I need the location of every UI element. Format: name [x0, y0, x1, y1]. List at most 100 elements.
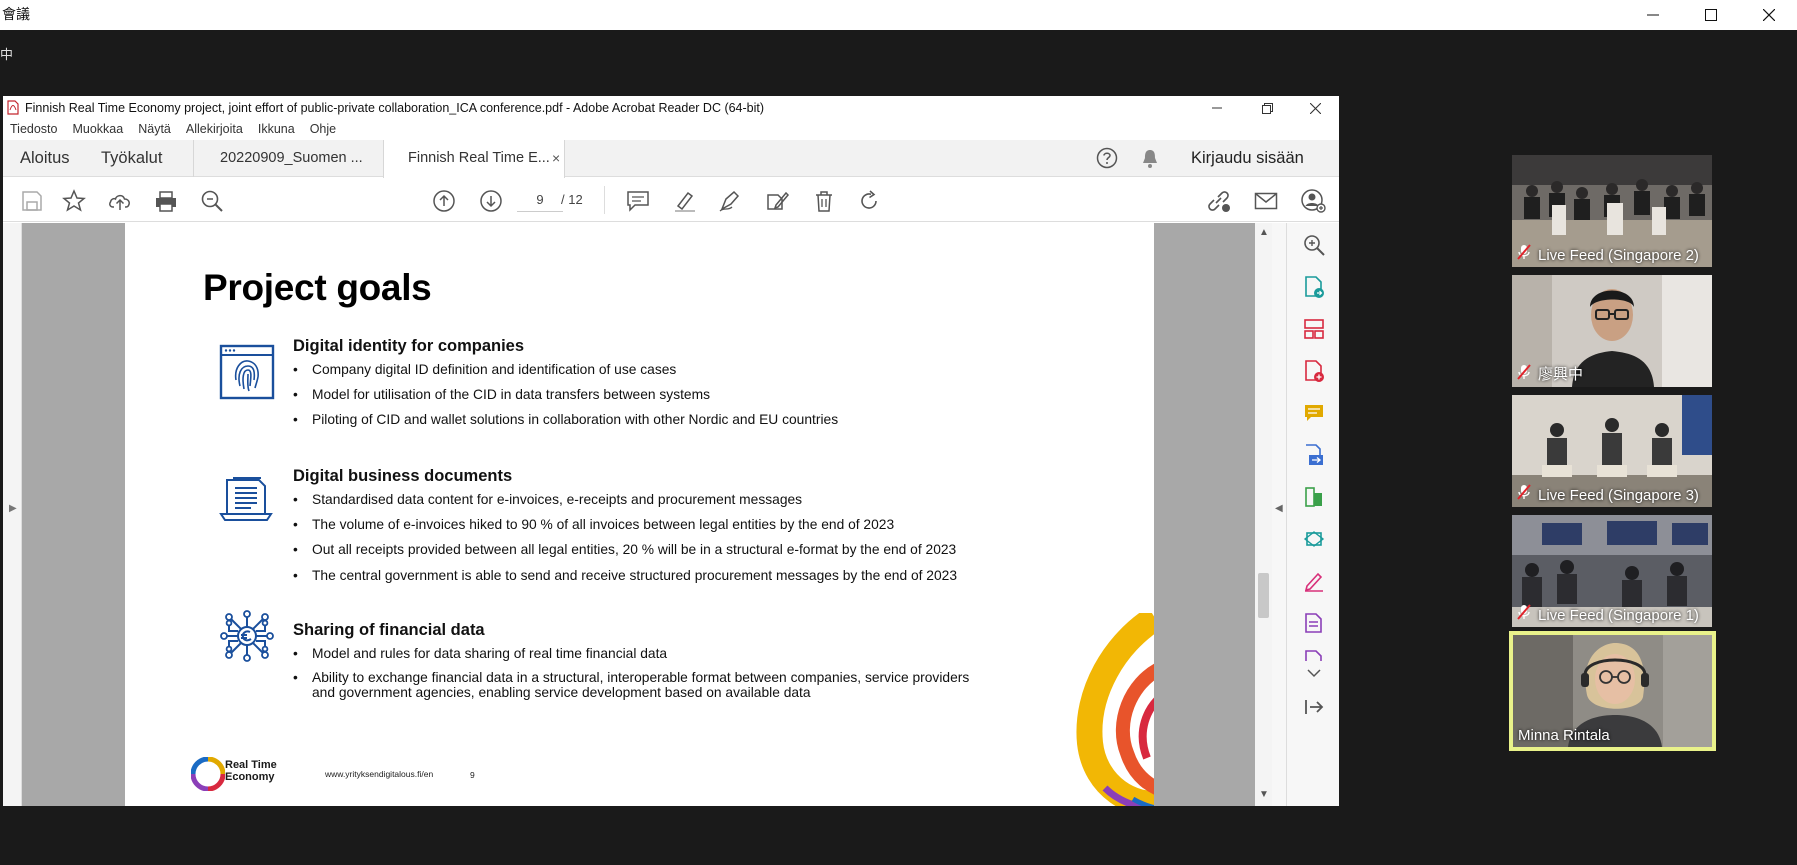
menu-view[interactable]: Näytä	[138, 120, 171, 140]
bell-icon[interactable]	[1141, 149, 1159, 169]
tab-tools[interactable]: Työkalut	[101, 140, 162, 177]
minimize-icon	[1647, 14, 1659, 16]
scroll-tools-down-button[interactable]	[1300, 663, 1328, 683]
bookmark-star-icon	[62, 189, 86, 212]
export-pdf-icon	[1305, 276, 1324, 298]
rotate-button[interactable]	[856, 188, 882, 214]
maximize-button[interactable]	[1682, 0, 1740, 30]
participant-name: Live Feed (Singapore 1)	[1538, 607, 1699, 624]
participant-video-tile[interactable]: Live Feed (Singapore 3)	[1512, 395, 1712, 507]
collapse-right-pane-icon[interactable]: ◀	[1275, 503, 1283, 514]
send-icon	[1303, 531, 1325, 547]
menu-sign[interactable]: Allekirjoita	[186, 120, 243, 140]
expand-left-panel-icon[interactable]: ▶	[9, 503, 17, 514]
share-user-button[interactable]	[1300, 188, 1326, 214]
upload-button[interactable]	[107, 188, 133, 214]
print-icon	[156, 191, 176, 212]
rotate-icon	[861, 190, 877, 209]
export-pdf-button[interactable]	[1300, 273, 1328, 301]
menu-window[interactable]: Ikkuna	[258, 120, 295, 140]
combine-files-button[interactable]	[1300, 441, 1328, 469]
minimize-icon	[1212, 107, 1222, 109]
scroll-up-icon[interactable]: ▲	[1259, 227, 1269, 238]
bullet-list: Company digital ID definition and identi…	[293, 361, 838, 437]
document-tab-label: 20220909_Suomen ...	[220, 150, 363, 166]
draw-icon	[719, 190, 740, 212]
comment-icon	[627, 191, 649, 212]
bookmark-button[interactable]	[61, 188, 87, 214]
participant-video-tile[interactable]: 廖興中	[1512, 275, 1712, 387]
save-button[interactable]	[19, 188, 45, 214]
bullet-item: Model for utilisation of the CID in data…	[293, 386, 838, 411]
highlight-button[interactable]	[672, 188, 698, 214]
scrollbar-thumb[interactable]	[1258, 573, 1269, 618]
scroll-down-icon[interactable]: ▼	[1259, 789, 1269, 800]
participant-video-tile[interactable]: Live Feed (Singapore 2)	[1512, 155, 1712, 267]
help-icon[interactable]	[1096, 147, 1118, 169]
tab-close-button[interactable]: ×	[552, 140, 560, 177]
fingerprint-icon	[219, 344, 275, 400]
close-icon	[1309, 102, 1321, 114]
right-pane-collapse-rail[interactable]: ◀	[1272, 223, 1286, 806]
compress-button[interactable]	[1300, 483, 1328, 511]
document-viewer[interactable]: Project goals Digital identity for compa…	[22, 223, 1255, 806]
page-total: / 12	[561, 192, 583, 207]
muted-mic-icon	[1517, 604, 1531, 620]
chevron-down-icon	[1307, 669, 1321, 678]
tab-bar: Aloitus Työkalut 20220909_Suomen ... Fin…	[3, 140, 1339, 178]
acrobat-window: Finnish Real Time Economy project, joint…	[3, 96, 1339, 806]
footer-url: www.yrityksendigitalous.fi/en	[325, 769, 434, 779]
print-button[interactable]	[153, 188, 179, 214]
menu-help[interactable]: Ohje	[310, 120, 336, 140]
close-icon	[1763, 9, 1775, 21]
collapse-tools-pane-button[interactable]	[1300, 693, 1328, 721]
vertical-scrollbar[interactable]: ▲ ▼	[1255, 223, 1272, 806]
zoom-tool-button[interactable]	[1300, 231, 1328, 259]
tools-pane	[1286, 223, 1339, 806]
draw-button[interactable]	[717, 188, 743, 214]
restore-icon	[1261, 102, 1273, 114]
euro-network-icon	[220, 610, 274, 662]
minimize-button[interactable]	[1624, 0, 1682, 30]
maximize-icon	[1705, 9, 1717, 21]
delete-button[interactable]	[811, 188, 837, 214]
send-button[interactable]	[1300, 525, 1328, 553]
create-pdf-button[interactable]	[1300, 357, 1328, 385]
document-tab-active[interactable]: Finnish Real Time E... ×	[383, 140, 565, 178]
comment-tool-button[interactable]	[1300, 399, 1328, 427]
menu-edit[interactable]: Muokkaa	[72, 120, 123, 140]
page-number-input[interactable]: 9	[517, 188, 563, 212]
comment-button[interactable]	[625, 188, 651, 214]
document-tab-label: Finnish Real Time E...	[408, 150, 550, 166]
organize-pages-button[interactable]	[1300, 315, 1328, 343]
close-button[interactable]	[1740, 0, 1797, 30]
next-page-button[interactable]	[478, 188, 504, 214]
muted-mic-icon	[1517, 244, 1531, 260]
email-button[interactable]	[1253, 188, 1279, 214]
participant-video-tile[interactable]: Live Feed (Singapore 1)	[1512, 515, 1712, 627]
rte-logo-icon	[191, 757, 225, 791]
left-panel-rail[interactable]: ▶	[3, 223, 22, 806]
acrobat-close-button[interactable]	[1291, 96, 1339, 120]
tab-home[interactable]: Aloitus	[20, 140, 70, 177]
share-indicator: 中	[0, 47, 14, 62]
zoom-search-button[interactable]	[199, 188, 225, 214]
acrobat-restore-button[interactable]	[1243, 96, 1291, 120]
bullet-item: The central government is able to send a…	[293, 567, 957, 592]
protect-button[interactable]	[1300, 609, 1328, 637]
menu-file[interactable]: Tiedosto	[10, 120, 57, 140]
fill-sign-icon	[1304, 572, 1323, 592]
comment-icon	[1305, 405, 1323, 421]
acrobat-minimize-button[interactable]	[1193, 96, 1241, 120]
document-tab[interactable]: 20220909_Suomen ...	[193, 140, 383, 177]
active-speaker-video-tile[interactable]: Minna Rintala	[1509, 631, 1716, 751]
fill-sign-button[interactable]	[1300, 567, 1328, 595]
previous-page-button[interactable]	[431, 188, 457, 214]
edit-button[interactable]	[764, 188, 790, 214]
footer-page-number: 9	[470, 770, 475, 780]
more-tools-button[interactable]	[1300, 647, 1328, 661]
zoom-search-icon	[201, 190, 223, 212]
user-share-icon	[1301, 189, 1326, 213]
share-link-button[interactable]	[1206, 188, 1232, 214]
sign-in-link[interactable]: Kirjaudu sisään	[1191, 140, 1304, 177]
